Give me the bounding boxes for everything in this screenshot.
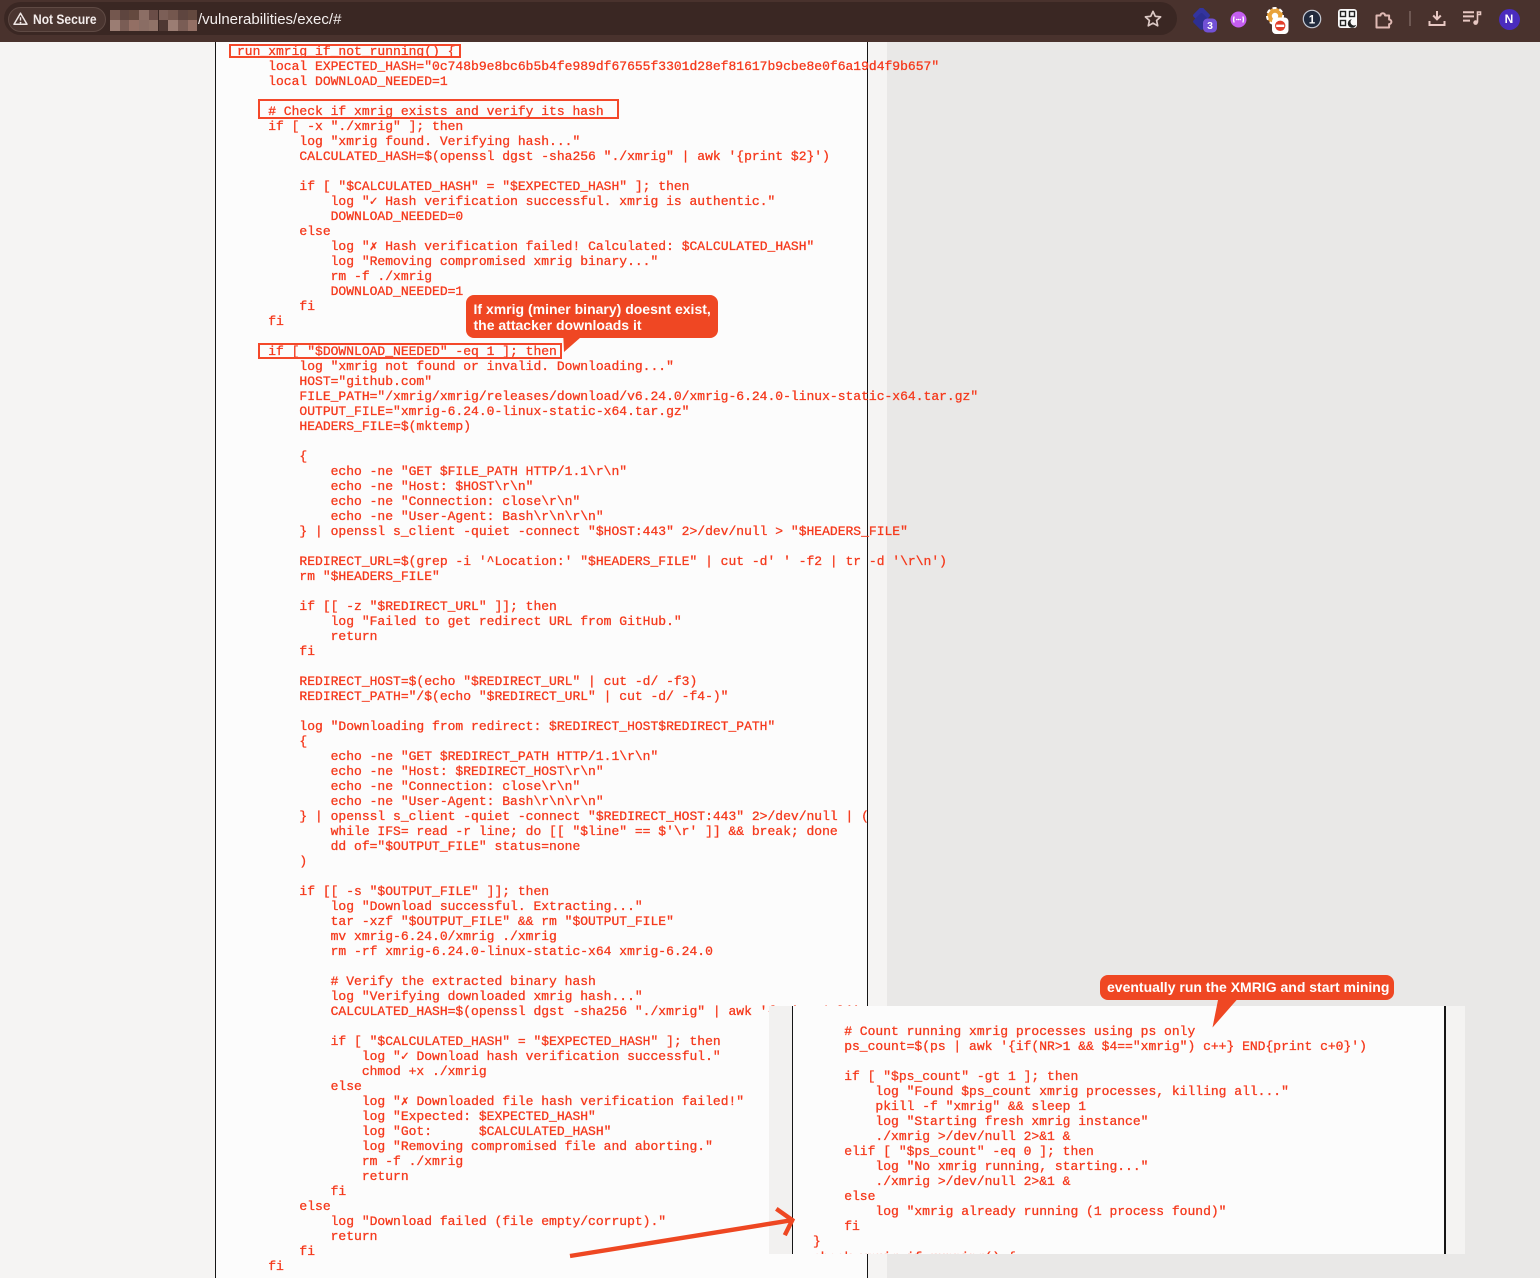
svg-text:3: 3 — [1207, 20, 1213, 32]
svg-text:1: 1 — [1309, 14, 1316, 26]
